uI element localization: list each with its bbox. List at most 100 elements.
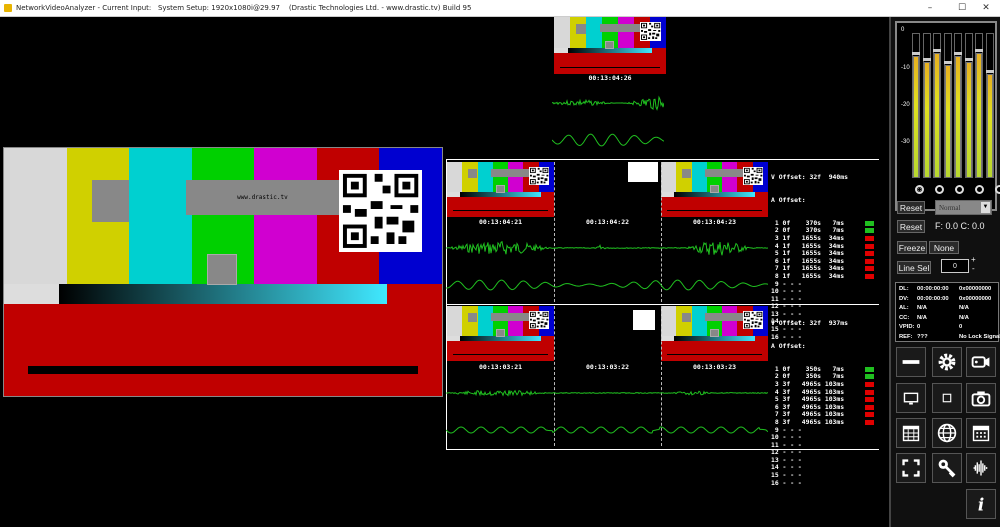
meter-channel-select[interactable] — [975, 185, 984, 194]
title-bar: NetworkVideoAnalyzer - Current Input: Sy… — [0, 0, 1000, 17]
meter-channel-select[interactable] — [935, 185, 944, 194]
grid-button[interactable] — [896, 418, 926, 448]
status-value: 00:00:00:00 — [917, 295, 949, 302]
line-sel-decrement[interactable]: - — [972, 264, 975, 273]
watermark-label — [705, 169, 743, 177]
audio-wave-button[interactable] — [966, 453, 996, 483]
meter-channel-frame — [922, 33, 931, 178]
gear-button[interactable] — [932, 347, 962, 377]
fullscreen-button[interactable] — [896, 453, 926, 483]
status-value: ??? — [917, 333, 928, 340]
meter-channel-frame — [985, 33, 994, 178]
sync-indicator — [865, 374, 874, 380]
mode-select-value: Normal — [939, 203, 961, 212]
line-button[interactable] — [896, 347, 926, 377]
qr-code — [742, 310, 764, 330]
status-readout: DL: 00:00:00:00 0x00000000 DV: 00:00:00:00 0x… — [895, 282, 1000, 343]
thumbnail-top[interactable] — [554, 17, 666, 74]
status-row: AL: N/A N/A — [899, 304, 998, 314]
close-button[interactable]: ✕ — [972, 0, 1000, 17]
timecode: 00:13:04:26 — [588, 74, 632, 82]
camera-button[interactable] — [966, 383, 996, 413]
status-key: AL: — [899, 305, 909, 312]
meter-tick-label: -10 — [901, 65, 910, 71]
qr-code — [742, 166, 764, 186]
sync-indicator — [865, 412, 874, 418]
status-value: No Lock Signal P — [959, 333, 1000, 340]
watermark-label — [491, 169, 529, 177]
thumbnail-2-qr[interactable] — [628, 162, 658, 182]
audio-offset-list-2: V Offset: 32f 937ms A Offset: 1 0f 350s … — [771, 305, 874, 487]
qr-code — [628, 162, 658, 182]
test-pattern — [554, 17, 666, 74]
record-icon — [967, 348, 995, 376]
waveform-group-2 — [446, 389, 768, 434]
sync-indicator — [865, 397, 874, 403]
test-pattern — [447, 306, 554, 361]
sync-indicator — [865, 251, 874, 257]
info-icon: i — [967, 490, 995, 518]
meter-channel-select[interactable] — [955, 185, 964, 194]
status-value: 0 — [959, 324, 963, 331]
line-sel-increment[interactable]: + — [971, 255, 976, 264]
sync-indicator — [865, 235, 874, 241]
thumbnail-4[interactable] — [447, 306, 554, 361]
minimize-button[interactable]: – — [916, 0, 944, 17]
monitor-button[interactable] — [896, 383, 926, 413]
mode-select[interactable]: Normal ▼ — [935, 200, 992, 215]
status-key: REF: — [899, 333, 913, 340]
status-row: REF:??? No Lock Signal P — [899, 333, 1000, 343]
status-row: DL: 00:00:00:00 0x00000000 — [899, 285, 998, 295]
thumbnail-3[interactable] — [661, 162, 768, 217]
key-button[interactable] — [932, 453, 962, 483]
meter-channel-frame — [964, 33, 973, 178]
thumbnail-6[interactable] — [661, 306, 768, 361]
calendar-icon — [967, 419, 995, 447]
timecode: 00:13:04:22 — [585, 218, 630, 226]
meter-tick-label: -30 — [901, 139, 910, 145]
none-button[interactable]: None — [929, 241, 959, 254]
sync-indicator — [865, 404, 874, 410]
watermark-label: www.drastic.tv — [185, 180, 340, 215]
status-value: 0 — [917, 324, 921, 331]
sync-indicator — [865, 389, 874, 395]
test-pattern — [447, 162, 554, 217]
record-button[interactable] — [966, 347, 996, 377]
timecode: 00:13:03:23 — [692, 363, 737, 371]
thumbnail-5-qr[interactable] — [633, 310, 655, 330]
meter-peak-cap — [922, 58, 931, 61]
timecode: 00:13:03:21 — [478, 363, 523, 371]
video-stage[interactable]: www.drastic.tv 00:13:04:26 00:13:04:21 0… — [0, 17, 889, 527]
audio-channel-text: 16 - - - — [771, 478, 802, 487]
globe-button[interactable] — [932, 418, 962, 448]
sync-indicator — [865, 419, 874, 425]
calendar-button[interactable] — [966, 418, 996, 448]
main-preview[interactable]: www.drastic.tv — [3, 147, 443, 397]
status-value: N/A — [959, 305, 969, 312]
meter-channel-frame — [933, 33, 941, 178]
sync-indicator — [865, 266, 874, 272]
thumbnail-1[interactable] — [447, 162, 554, 217]
meter-channel-select[interactable] — [995, 185, 1000, 194]
fullscreen-icon — [897, 454, 925, 482]
meter-peak-cap — [964, 58, 973, 61]
qr-code — [528, 310, 550, 330]
timecode: 00:13:03:22 — [585, 363, 630, 371]
stop-button[interactable] — [932, 383, 962, 413]
reset-button-1[interactable]: Reset — [897, 201, 925, 214]
audio-level-meter: 0 -10 -20 -30 — [895, 21, 1000, 211]
svg-text:i: i — [978, 495, 984, 515]
line-sel-input[interactable]: 0 — [941, 259, 969, 273]
meter-channel-select[interactable] — [915, 185, 924, 194]
status-value: N/A — [917, 314, 927, 321]
status-row: DV: 00:00:00:00 0x00000000 — [899, 295, 998, 305]
freeze-button[interactable]: Freeze — [897, 241, 927, 254]
gear-icon — [933, 348, 961, 376]
reset-button-2[interactable]: Reset — [897, 220, 925, 233]
meter-peak-cap — [943, 60, 952, 64]
sync-indicator — [865, 228, 874, 234]
info-button[interactable]: i — [966, 489, 996, 519]
line-sel-button[interactable]: Line Sel — [897, 261, 931, 274]
qr-code — [528, 166, 550, 186]
test-pattern — [661, 306, 768, 361]
